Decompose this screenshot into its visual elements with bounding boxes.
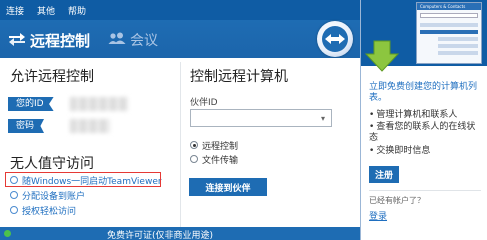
password-tag: 密码	[8, 119, 45, 133]
mini-window-title: Computers & Contacts	[420, 4, 466, 9]
radio-checked-icon	[190, 141, 198, 149]
mini-row	[420, 23, 478, 27]
unattended-option-assign-device[interactable]: 分配设备到账户	[10, 189, 86, 202]
your-id-tag: 您的ID	[8, 97, 54, 111]
tab-meeting-label: 会议	[130, 33, 158, 49]
meeting-people-icon	[108, 32, 126, 48]
login-link[interactable]: 登录	[369, 209, 387, 222]
side-feature-item: 管理计算机和联系人	[369, 110, 483, 121]
unattended-option-label: 分配设备到账户	[22, 191, 86, 202]
mode-tab-bar: 远程控制 会议	[0, 20, 360, 58]
computers-contacts-panel: Computers & Contacts 立即免费创建您的计算机列表。 管理计算…	[360, 0, 487, 240]
mode-remote-control-radio[interactable]: 远程控制	[190, 139, 239, 152]
mode-label: 文件传输	[202, 155, 239, 166]
mini-row	[438, 37, 478, 41]
control-remote-title: 控制远程计算机	[190, 69, 288, 85]
password-value	[70, 119, 110, 133]
menu-connection[interactable]: 连接	[6, 4, 24, 17]
side-feature-item: 查看您的联系人的在线状态	[369, 122, 483, 144]
side-intro-text: 立即免费创建您的计算机列表。	[369, 82, 478, 103]
contacts-preview-image: Computers & Contacts	[416, 2, 482, 64]
tab-remote-control-label: 远程控制	[30, 31, 91, 50]
mode-file-transfer-radio[interactable]: 文件传输	[190, 153, 239, 166]
partner-id-input[interactable]: ▾	[190, 109, 332, 127]
unattended-access-title: 无人值守访问	[10, 156, 94, 172]
connect-to-partner-button[interactable]: 连接到伙伴	[189, 178, 267, 196]
column-divider	[180, 62, 181, 232]
side-divider	[369, 190, 481, 191]
signup-button[interactable]: 注册	[369, 166, 399, 183]
side-panel-body: 立即免费创建您的计算机列表。 管理计算机和联系人 查看您的联系人的在线状态 交换…	[361, 66, 487, 240]
mini-row	[438, 44, 478, 48]
radio-unchecked-icon	[190, 155, 198, 163]
highlight-box	[5, 172, 161, 187]
menu-extras[interactable]: 其他	[37, 4, 55, 17]
remote-arrows-icon	[8, 32, 26, 49]
license-text: 免费许可证(仅非商业用途)	[107, 231, 214, 240]
mini-window-titlebar: Computers & Contacts	[417, 3, 481, 10]
teamviewer-main-window: 连接 其他 帮助 远程控制 会议 允许远程控制 您的ID 密码 无人值守访问 随…	[0, 0, 360, 240]
side-panel-header: Computers & Contacts	[361, 0, 487, 72]
allow-remote-title: 允许远程控制	[10, 69, 94, 85]
tab-meeting[interactable]: 会议	[108, 29, 158, 51]
mode-label: 远程控制	[202, 141, 239, 152]
mini-row-selected	[420, 30, 478, 34]
main-content: 允许远程控制 您的ID 密码 无人值守访问 随Windows一同启动TeamVi…	[0, 58, 360, 240]
option-circle-icon	[10, 191, 18, 199]
side-feature-item: 交换即时信息	[369, 146, 483, 157]
your-id-value	[70, 97, 128, 111]
status-dot-icon	[4, 230, 11, 237]
menu-bar: 连接 其他 帮助	[0, 0, 360, 20]
unattended-option-easy-access[interactable]: 授权轻松访问	[10, 204, 77, 217]
status-footer: 免费许可证(仅非商业用途)	[0, 227, 360, 240]
partner-id-label: 伙伴ID	[190, 98, 218, 108]
mini-search-box	[420, 13, 478, 18]
mini-row	[438, 51, 478, 55]
has-account-text: 已经有帐户了？	[369, 196, 425, 205]
tab-remote-control[interactable]: 远程控制	[8, 29, 90, 51]
menu-help[interactable]: 帮助	[68, 4, 86, 17]
option-circle-icon	[10, 206, 18, 214]
teamviewer-logo-icon	[317, 21, 353, 57]
unattended-option-label: 授权轻松访问	[22, 206, 77, 217]
chevron-down-icon[interactable]: ▾	[315, 110, 331, 126]
